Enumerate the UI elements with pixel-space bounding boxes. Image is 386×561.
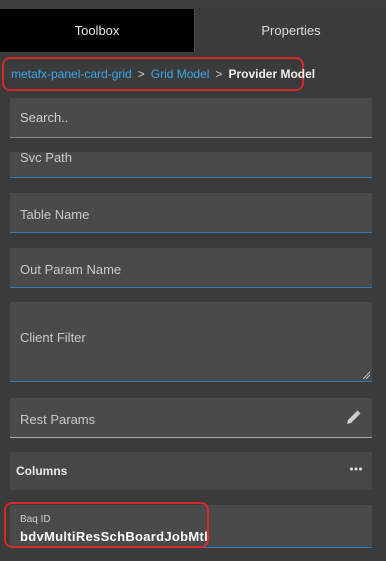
top-strip	[0, 0, 386, 8]
out-param-name-label: Out Param Name	[20, 262, 122, 277]
resize-grip-icon[interactable]	[362, 371, 370, 379]
search-input[interactable]: Search..	[10, 98, 372, 138]
search-placeholder: Search..	[20, 110, 69, 125]
columns-label: Columns	[16, 464, 68, 478]
rest-params-field[interactable]: Rest Params	[10, 398, 372, 438]
client-filter-label: Client Filter	[20, 330, 86, 345]
more-icon[interactable]	[348, 461, 364, 477]
baq-id-field[interactable]: Baq ID bdvMultiResSchBoardJobMtl	[10, 505, 372, 548]
breadcrumb: metafx-panel-card-grid > Grid Model > Pr…	[2, 57, 315, 91]
client-filter-textarea[interactable]: Client Filter	[10, 302, 372, 382]
table-name-label: Table Name	[20, 207, 90, 222]
breadcrumb-item-grid-model[interactable]: Grid Model	[151, 67, 210, 81]
tab-properties[interactable]: Properties	[194, 9, 386, 52]
out-param-name-field[interactable]: Out Param Name	[10, 248, 372, 288]
breadcrumb-separator: >	[215, 67, 223, 81]
breadcrumb-current: Provider Model	[228, 67, 316, 81]
columns-row[interactable]: Columns	[10, 452, 372, 490]
svc-path-label: Svc Path	[20, 152, 73, 165]
baq-id-label: Baq ID	[20, 514, 51, 525]
baq-id-value: bdvMultiResSchBoardJobMtl	[20, 529, 209, 544]
breadcrumb-separator: >	[137, 67, 145, 81]
tab-toolbox[interactable]: Toolbox	[0, 9, 194, 52]
svc-path-field[interactable]: Svc Path	[10, 152, 372, 178]
breadcrumb-item-panel[interactable]: metafx-panel-card-grid	[11, 67, 132, 81]
pencil-icon[interactable]	[344, 409, 362, 427]
rest-params-label: Rest Params	[20, 412, 96, 427]
table-name-field[interactable]: Table Name	[10, 193, 372, 233]
panel-tabs: Toolbox Properties	[0, 9, 386, 52]
